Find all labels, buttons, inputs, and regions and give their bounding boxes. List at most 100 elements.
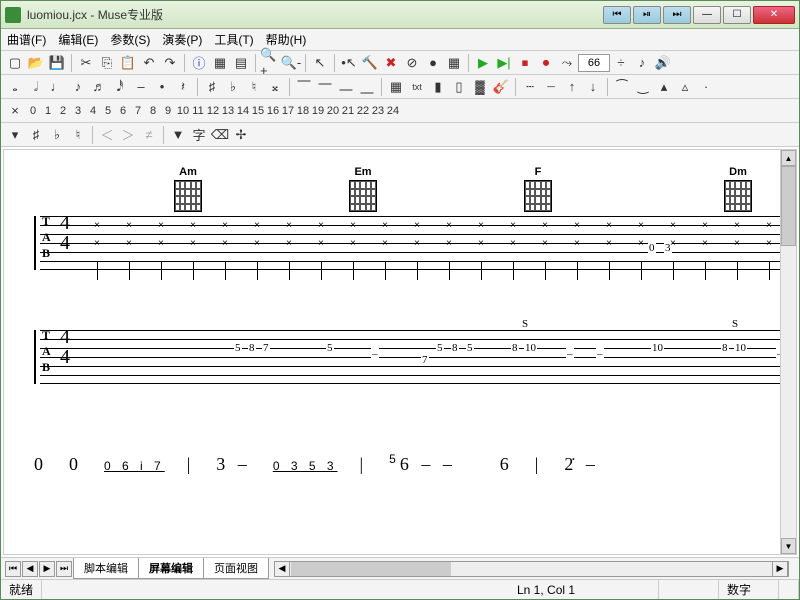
arrowup-icon[interactable]: ↑ xyxy=(562,77,582,97)
minimize-button[interactable]: — xyxy=(693,6,721,24)
sharp-tool-icon[interactable]: ♯ xyxy=(202,77,222,97)
fret-24[interactable]: 24 xyxy=(386,105,400,117)
scroll-thumb[interactable] xyxy=(781,166,796,246)
fret-4[interactable]: 4 xyxy=(86,105,100,117)
fret-22[interactable]: 22 xyxy=(356,105,370,117)
fret-21[interactable]: 21 xyxy=(341,105,355,117)
fret-18[interactable]: 18 xyxy=(296,105,310,117)
slur-icon[interactable]: ⁀ xyxy=(612,77,632,97)
menu-help[interactable]: 帮助(H) xyxy=(266,31,307,48)
scroll-up-icon[interactable]: ▲ xyxy=(781,150,796,166)
pointer-icon[interactable]: ↖ xyxy=(310,53,330,73)
fret-17[interactable]: 17 xyxy=(281,105,295,117)
dot-note-icon[interactable]: • xyxy=(152,77,172,97)
calc-icon[interactable]: ▤ xyxy=(231,53,251,73)
menu-file[interactable]: 曲谱(F) xyxy=(7,31,46,48)
doc-icon[interactable]: ▦ xyxy=(210,53,230,73)
dot-icon[interactable]: ● xyxy=(423,53,443,73)
dropdown-icon[interactable]: ▾ xyxy=(5,125,25,145)
beam4-icon[interactable]: ⎽ xyxy=(357,77,377,97)
scroll-down-icon[interactable]: ▼ xyxy=(781,538,796,554)
sixteenth-note-icon[interactable]: ♬ xyxy=(89,77,109,97)
accent2-icon[interactable]: ▵ xyxy=(675,77,695,97)
eraser-icon[interactable]: ⌫ xyxy=(210,125,230,145)
beam3-icon[interactable]: ⎼ xyxy=(336,77,356,97)
menu-tools[interactable]: 工具(T) xyxy=(214,31,253,48)
fret-9[interactable]: 9 xyxy=(161,105,175,117)
hammer-icon[interactable]: 🔨 xyxy=(360,53,380,73)
staccato-icon[interactable]: · xyxy=(696,77,716,97)
rest-icon[interactable]: 𝄽 xyxy=(173,77,193,97)
fretboard-icon[interactable]: ▦ xyxy=(386,77,406,97)
tab-script[interactable]: 脚本编辑 xyxy=(73,558,139,579)
hscroll-thumb[interactable] xyxy=(291,562,451,576)
media-next-button[interactable]: ⏭ xyxy=(663,6,691,24)
fret-5[interactable]: 5 xyxy=(101,105,115,117)
circle-icon[interactable]: ⊘ xyxy=(402,53,422,73)
accent1-icon[interactable]: ▴ xyxy=(654,77,674,97)
beam1-icon[interactable]: ⎺ xyxy=(294,77,314,97)
playfrom-icon[interactable]: ▶| xyxy=(494,53,514,73)
doublesharp-icon[interactable]: 𝄪 xyxy=(265,77,285,97)
flat-tool-icon[interactable]: ♭ xyxy=(223,77,243,97)
tab-first-icon[interactable]: ⏮ xyxy=(5,561,21,577)
paste-icon[interactable]: 📋 xyxy=(118,53,138,73)
notequal-icon[interactable]: ≠ xyxy=(139,125,159,145)
menu-edit[interactable]: 编辑(E) xyxy=(58,31,98,48)
barline-icon[interactable]: ▮ xyxy=(428,77,448,97)
vertical-scrollbar[interactable]: ▲ ▼ xyxy=(780,150,796,554)
x-fret-icon[interactable]: × xyxy=(5,101,25,121)
whole-note-icon[interactable]: 𝅝 xyxy=(5,77,25,97)
save-icon[interactable]: 💾 xyxy=(47,53,67,73)
fret-10[interactable]: 10 xyxy=(176,105,190,117)
half-note-icon[interactable]: 𝅗𝅥 xyxy=(26,77,46,97)
maximize-button[interactable]: ☐ xyxy=(723,6,751,24)
fret-0[interactable]: 0 xyxy=(26,105,40,117)
doublebar-icon[interactable]: ▯ xyxy=(449,77,469,97)
undo-icon[interactable]: ↶ xyxy=(139,53,159,73)
fret-1[interactable]: 1 xyxy=(41,105,55,117)
thirtysecond-note-icon[interactable]: 𝅘𝅥𝅰 xyxy=(110,77,130,97)
info-icon[interactable]: ⓘ xyxy=(189,53,209,73)
fret-20[interactable]: 20 xyxy=(326,105,340,117)
eighth-note-icon[interactable]: ♪ xyxy=(68,77,88,97)
x-icon[interactable]: ✖ xyxy=(381,53,401,73)
dotline-icon[interactable]: ┈ xyxy=(541,77,561,97)
tab-prev-icon[interactable]: ◀ xyxy=(22,561,38,577)
fret-23[interactable]: 23 xyxy=(371,105,385,117)
cut-icon[interactable]: ✂ xyxy=(76,53,96,73)
fret-7[interactable]: 7 xyxy=(131,105,145,117)
quarter-note-icon[interactable]: ♩ xyxy=(47,77,67,97)
decrescendo-icon[interactable]: ＞ xyxy=(118,125,138,145)
horizontal-scrollbar[interactable]: ◀ ▶ xyxy=(274,561,789,577)
tab-page[interactable]: 页面视图 xyxy=(203,558,269,579)
fret-13[interactable]: 13 xyxy=(221,105,235,117)
fret-11[interactable]: 11 xyxy=(191,105,205,117)
stop-icon[interactable]: ⏹ xyxy=(515,53,535,73)
media-play-button[interactable]: ⏯ xyxy=(633,6,661,24)
zoomout-icon[interactable]: 🔍- xyxy=(281,53,301,73)
fret-15[interactable]: 15 xyxy=(251,105,265,117)
fret-19[interactable]: 19 xyxy=(311,105,325,117)
tab-next-icon[interactable]: ▶ xyxy=(39,561,55,577)
txt-icon[interactable]: txt xyxy=(407,77,427,97)
natural-icon[interactable]: ♮ xyxy=(68,125,88,145)
fret-8[interactable]: 8 xyxy=(146,105,160,117)
menu-params[interactable]: 参数(S) xyxy=(110,31,150,48)
fill-icon[interactable]: ▓ xyxy=(470,77,490,97)
down-icon[interactable]: ▼ xyxy=(168,125,188,145)
record-icon[interactable]: ⏺ xyxy=(536,53,556,73)
open-icon[interactable]: 📂 xyxy=(26,53,46,73)
fret-3[interactable]: 3 xyxy=(71,105,85,117)
fret-16[interactable]: 16 xyxy=(266,105,280,117)
sharp-icon[interactable]: ♯ xyxy=(26,125,46,145)
fret-12[interactable]: 12 xyxy=(206,105,220,117)
char-icon[interactable]: 字 xyxy=(189,125,209,145)
tempo-spinner-icon[interactable]: ÷ xyxy=(611,53,631,73)
speaker-icon[interactable]: 🔊 xyxy=(653,53,673,73)
arrowdown-icon[interactable]: ↓ xyxy=(583,77,603,97)
fret-14[interactable]: 14 xyxy=(236,105,250,117)
tab-screen[interactable]: 屏幕编辑 xyxy=(138,558,204,579)
tab-last-icon[interactable]: ⏭ xyxy=(56,561,72,577)
fret-2[interactable]: 2 xyxy=(56,105,70,117)
